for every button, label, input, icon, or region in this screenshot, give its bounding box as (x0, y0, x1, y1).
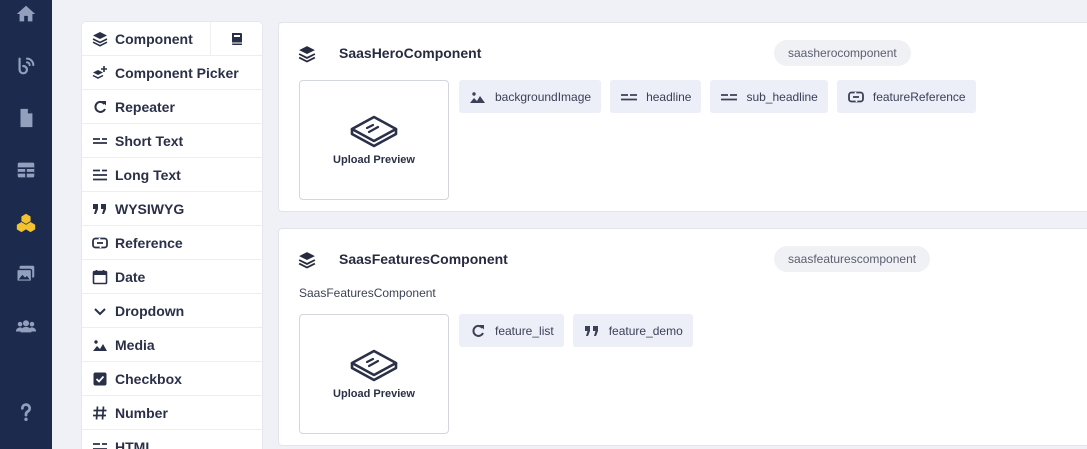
home-icon[interactable] (14, 2, 38, 26)
chevron-down-icon (91, 302, 109, 320)
repeat-icon (91, 98, 109, 116)
layers-icon (298, 45, 316, 63)
short-text-icon (91, 132, 109, 150)
palette-item-media[interactable]: Media (82, 328, 262, 362)
navigation-rail (0, 0, 52, 449)
html-icon (91, 438, 109, 449)
field-chip-label: featureReference (872, 89, 966, 104)
field-chip-label: feature_demo (608, 323, 683, 338)
field-chip-list: feature_list feature_demo (459, 314, 693, 347)
calendar-icon (91, 268, 109, 286)
long-text-icon (91, 166, 109, 184)
palette-item-label: Reference (115, 234, 183, 251)
preview-placeholder-icon (350, 349, 398, 382)
blog-icon[interactable] (14, 54, 38, 78)
page-icon[interactable] (14, 106, 38, 130)
component-description: SaasFeaturesComponent (299, 286, 436, 300)
link-icon (91, 234, 109, 252)
palette-item-number[interactable]: Number (82, 396, 262, 430)
palette-item-checkbox[interactable]: Checkbox (82, 362, 262, 396)
component-title[interactable]: SaasFeaturesComponent (339, 251, 508, 267)
palette-item-label: Repeater (115, 98, 175, 115)
palette-item-repeater[interactable]: Repeater (82, 90, 262, 124)
layers-icon (91, 30, 109, 48)
palette-item-label: Media (115, 336, 155, 353)
field-chip-label: headline (646, 89, 692, 104)
component-api-key-badge: saasfeaturescomponent (774, 246, 931, 272)
book-icon[interactable] (210, 22, 262, 56)
layers-plus-icon (91, 64, 109, 82)
image-icon (91, 336, 109, 354)
upload-preview-label: Upload Preview (333, 388, 415, 400)
palette-item-component[interactable]: Component (82, 22, 262, 56)
link-icon (847, 89, 865, 105)
palette-item-label: Dropdown (115, 302, 185, 319)
users-icon[interactable] (14, 314, 38, 338)
component-card-saasfeatures: SaasFeaturesComponent saasfeaturescompon… (278, 228, 1087, 446)
media-icon[interactable] (14, 262, 38, 286)
field-chip-headline[interactable]: headline (610, 80, 702, 113)
component-api-key-badge: saasherocomponent (774, 40, 911, 66)
field-chip-backgroundimage[interactable]: backgroundImage (459, 80, 602, 113)
image-icon (469, 89, 487, 105)
component-title[interactable]: SaasHeroComponent (339, 45, 481, 61)
component-card-saashero: SaasHeroComponent saasherocomponent Uplo… (278, 22, 1087, 212)
palette-item-label: Long Text (115, 166, 181, 183)
palette-item-long-text[interactable]: Long Text (82, 158, 262, 192)
palette-item-short-text[interactable]: Short Text (82, 124, 262, 158)
layers-icon (298, 251, 316, 269)
field-chip-feature-demo[interactable]: feature_demo (572, 314, 693, 347)
field-chip-feature-list[interactable]: feature_list (459, 314, 564, 347)
hash-icon (91, 404, 109, 422)
palette-item-html[interactable]: HTML (82, 430, 262, 449)
palette-item-label: Date (115, 268, 146, 285)
quote-icon (91, 200, 109, 218)
palette-item-label: WYSIWYG (115, 200, 185, 217)
field-chip-featurereference[interactable]: featureReference (836, 80, 976, 113)
palette-item-reference[interactable]: Reference (82, 226, 262, 260)
palette-item-label: Short Text (115, 132, 184, 149)
help-icon[interactable] (14, 400, 38, 424)
palette-item-label: Component Picker (115, 64, 239, 81)
upload-preview-button[interactable]: Upload Preview (299, 80, 449, 200)
table-icon[interactable] (14, 158, 38, 182)
palette-item-component-picker[interactable]: Component Picker (82, 56, 262, 90)
checkbox-icon (91, 370, 109, 388)
field-chip-list: backgroundImage headline sub_headline fe… (459, 80, 976, 113)
preview-placeholder-icon (350, 115, 398, 148)
field-chip-label: backgroundImage (495, 89, 592, 104)
short-text-icon (720, 89, 738, 105)
palette-item-label: HTML (115, 438, 154, 449)
upload-preview-button[interactable]: Upload Preview (299, 314, 449, 434)
palette-item-dropdown[interactable]: Dropdown (82, 294, 262, 328)
field-chip-sub-headline[interactable]: sub_headline (710, 80, 828, 113)
upload-preview-label: Upload Preview (333, 154, 415, 166)
short-text-icon (620, 89, 638, 105)
palette-item-wysiwyg[interactable]: WYSIWYG (82, 192, 262, 226)
palette-item-label: Component (115, 30, 193, 47)
components-icon[interactable] (14, 210, 38, 234)
palette-item-label: Checkbox (115, 370, 182, 387)
field-chip-label: feature_list (495, 323, 554, 338)
palette-item-date[interactable]: Date (82, 260, 262, 294)
field-palette: Component Component Picker Repeater Shor… (82, 22, 262, 449)
repeat-icon (469, 323, 487, 339)
quote-icon (583, 323, 601, 339)
palette-item-label: Number (115, 404, 168, 421)
field-chip-label: sub_headline (746, 89, 818, 104)
